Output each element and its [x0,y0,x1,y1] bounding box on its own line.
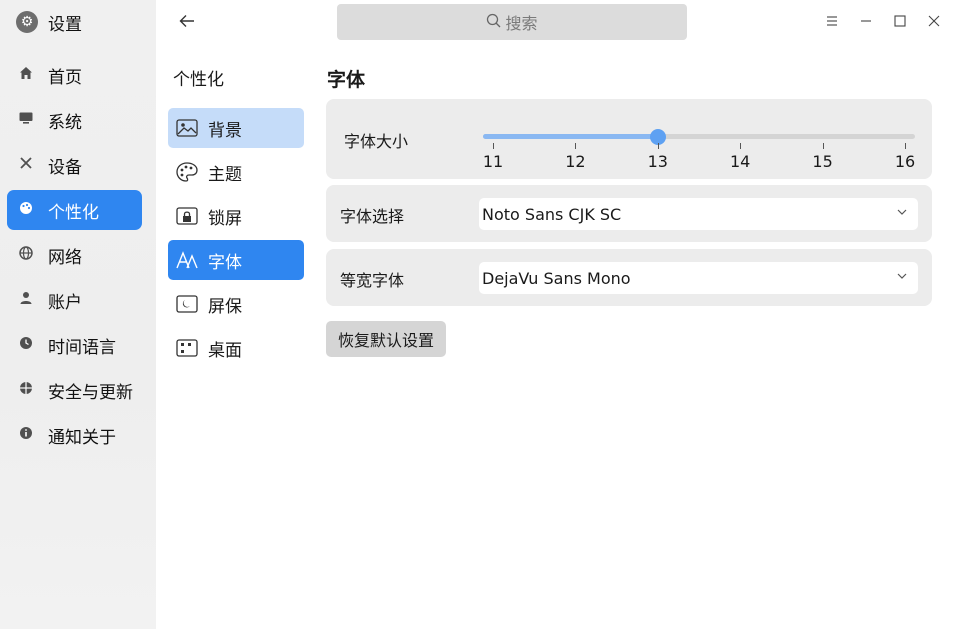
slider-tick [822,143,824,149]
sidebar-item-network[interactable]: 网络 [7,235,142,275]
user-icon [18,291,34,309]
desktop-grid-icon [176,338,198,358]
gear-icon: ⚙ [16,11,38,33]
font-select-dropdown[interactable]: Noto Sans CJK SC [479,198,918,230]
search-placeholder: 搜索 [505,14,538,33]
close-icon [928,13,940,31]
subnav: 背景 主题 锁屏 字体 屏保 桌面 [168,108,304,372]
slider-tick [493,143,494,149]
sidebar-item-label: 首页 [48,67,82,88]
sidebar-item-time-language[interactable]: 时间语言 [7,325,142,365]
sidebar-item-devices[interactable]: 设备 [7,145,142,185]
sidebar-item-label: 设备 [48,157,82,178]
font-size-label: 字体大小 [344,132,409,151]
monitor-icon [18,111,34,129]
subnav-item-theme[interactable]: 主题 [168,152,304,192]
clock-icon [18,336,34,354]
search-icon [486,13,501,32]
subnav-title: 个性化 [173,70,224,90]
font-size-card: 字体大小 11 12 13 14 15 16 [326,99,932,179]
chevron-down-icon [896,270,908,284]
slider-tick-label: 11 [482,152,504,171]
sidebar-item-label: 系统 [48,112,82,133]
sidebar-item-label: 网络 [48,247,82,268]
sidebar-item-label: 个性化 [48,202,99,223]
subnav-item-label: 主题 [208,164,242,185]
font-icon [176,250,198,270]
subnav-item-label: 背景 [208,120,242,141]
shield-icon [18,381,34,399]
sidebar-item-notifications-about[interactable]: 通知关于 [7,415,142,455]
slider-tick-label: 16 [894,152,916,171]
close-button[interactable] [920,8,948,36]
page-title: 字体 [327,69,366,91]
slider-tick [905,143,906,149]
slider-tick [740,143,742,149]
subnav-item-label: 字体 [208,252,242,273]
lockscreen-icon [176,206,198,226]
subnav-item-lockscreen[interactable]: 锁屏 [168,196,304,236]
maximize-button[interactable] [886,8,914,36]
sidebar-item-label: 通知关于 [48,427,116,448]
mono-font-label: 等宽字体 [340,271,405,290]
slider-tick-label: 15 [812,152,833,171]
slider-tick [657,143,659,149]
font-select-value: Noto Sans CJK SC [482,204,622,224]
app-title: 设置 [48,14,82,35]
sidebar-item-label: 账户 [48,292,82,313]
slider-tick-label: 13 [647,152,668,171]
palette-icon [18,201,34,219]
image-icon [176,118,198,138]
sidebar-item-label: 安全与更新 [48,382,133,403]
slider-tick [575,143,577,149]
slider-tick-label: 12 [565,152,586,171]
subnav-item-label: 桌面 [208,340,242,361]
menu-button[interactable] [818,8,846,36]
back-button[interactable] [172,8,202,36]
sidebar-item-personalization[interactable]: 个性化 [7,190,142,230]
chevron-down-icon [896,206,908,220]
screensaver-icon [176,294,198,314]
home-icon [18,66,34,84]
reset-defaults-button[interactable]: 恢复默认设置 [326,321,446,357]
info-icon [18,426,34,444]
font-select-card: 字体选择 Noto Sans CJK SC [326,185,932,242]
globe-icon [18,246,34,264]
minimize-icon [860,13,872,31]
sidebar-item-security-update[interactable]: 安全与更新 [7,370,142,410]
window-controls [818,8,948,36]
subnav-item-label: 锁屏 [208,208,242,229]
sidebar: ⚙ 设置 首页 系统 设备 个性化 网络 账户 时间语言 安全与更新 通知关于 [0,0,156,629]
tools-icon [18,156,34,174]
sidebar-item-system[interactable]: 系统 [7,100,142,140]
theme-palette-icon [176,162,198,182]
slider-fill [483,134,658,139]
font-select-label: 字体选择 [340,207,405,226]
mono-font-card: 等宽字体 DejaVu Sans Mono [326,249,932,306]
sidebar-item-home[interactable]: 首页 [7,55,142,95]
subnav-item-screensaver[interactable]: 屏保 [168,284,304,324]
minimize-button[interactable] [852,8,880,36]
font-size-slider[interactable]: 11 12 13 14 15 16 [483,129,915,171]
sidebar-item-account[interactable]: 账户 [7,280,142,320]
arrow-left-icon [179,12,195,33]
app-header: ⚙ 设置 [16,8,82,36]
mono-font-dropdown[interactable]: DejaVu Sans Mono [479,262,918,294]
search-input[interactable]: 搜索 [337,4,687,40]
maximize-icon [894,13,906,31]
subnav-item-label: 屏保 [208,296,242,317]
sidebar-item-label: 时间语言 [48,337,116,358]
mono-font-value: DejaVu Sans Mono [482,268,631,288]
sidebar-nav: 首页 系统 设备 个性化 网络 账户 时间语言 安全与更新 通知关于 [7,55,142,460]
menu-icon [826,13,838,31]
slider-tick-label: 14 [730,152,751,171]
subnav-item-desktop[interactable]: 桌面 [168,328,304,368]
subnav-item-font[interactable]: 字体 [168,240,304,280]
subnav-item-background[interactable]: 背景 [168,108,304,148]
